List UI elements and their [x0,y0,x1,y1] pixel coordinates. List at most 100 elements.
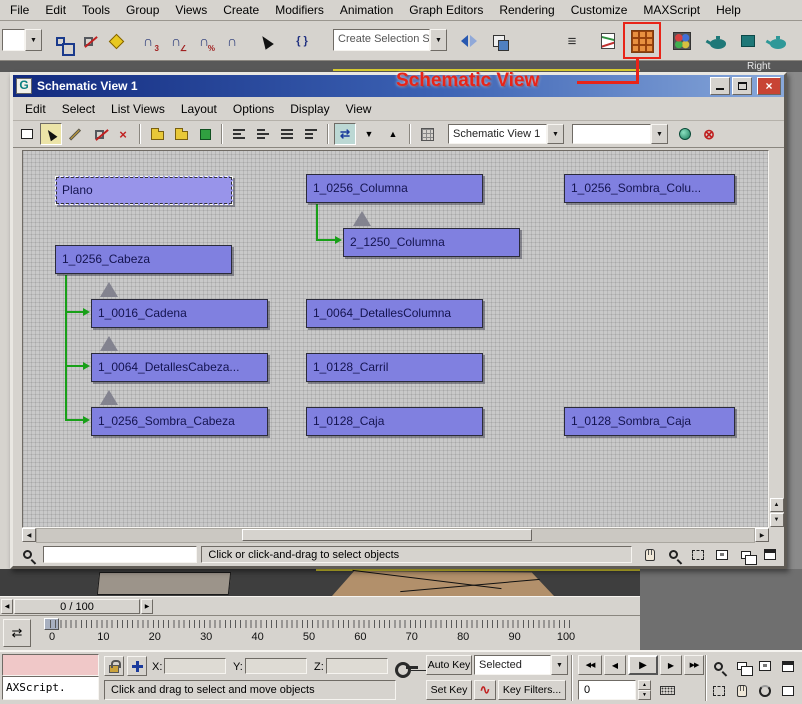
search-input[interactable] [43,546,197,563]
zoom-extents-button[interactable] [712,546,732,564]
references-mode-button[interactable] [170,123,192,145]
minimize-button[interactable] [710,77,730,95]
display-floater-button[interactable] [16,123,38,145]
menu-group[interactable]: Group [118,0,167,20]
default-in-out-tangents-button[interactable]: ∿ [474,680,496,700]
menu-tools[interactable]: Tools [74,0,118,20]
schematic-node[interactable]: 1_0256_Sombra_Colu... [564,174,735,203]
schematic-node[interactable]: 1_0064_DetallesColumna [306,299,483,328]
angle-snap-button[interactable]: ∩∠ [162,26,190,56]
curve-editor-button[interactable] [594,26,622,56]
scroll-right-icon[interactable]: ▶ [755,528,769,542]
connect-button[interactable] [64,123,86,145]
named-selection-sets-button[interactable]: { } [288,26,316,56]
menu-help[interactable]: Help [708,0,749,20]
zoom-all-button[interactable] [731,655,752,677]
render-type-button[interactable] [734,26,762,56]
pan-button[interactable] [731,680,752,702]
view-name-combo[interactable]: Schematic View 1 ▼ [448,124,564,144]
snap-toggle-button[interactable]: ∩3 [134,26,162,56]
sc roll-up-icon[interactable]: ▲ [770,498,784,512]
chevron-down-icon[interactable]: ▼ [430,29,447,51]
preferences-button[interactable] [416,123,438,145]
find-button[interactable] [17,545,39,565]
zoom-region-button[interactable] [688,546,708,564]
x-coordinate-field[interactable] [164,658,226,674]
zoom-extents-button[interactable] [754,655,775,677]
layer-manager-button[interactable]: ≡ [558,26,586,56]
absolute-offset-toggle[interactable] [127,656,147,676]
frame-spinner-up[interactable]: ▲ [638,680,651,690]
free-selected-button[interactable] [300,123,322,145]
chevron-down-icon[interactable]: ▼ [25,29,42,51]
select-tool-button[interactable] [40,123,62,145]
z-coordinate-field[interactable] [326,658,388,674]
always-arrange-button[interactable] [194,123,216,145]
bookmark-delete-button[interactable]: ⊗ [698,123,720,145]
create-selection-set-combo[interactable]: Create Selection Set ▼ [333,29,447,51]
key-mode-combo[interactable]: Selected ▼ [474,655,568,675]
selection-lock-button[interactable] [104,656,124,676]
schematic-node[interactable]: 1_0064_DetallesCabeza... [91,353,268,382]
menu-customize[interactable]: Customize [563,0,636,20]
pan-button[interactable] [640,546,660,564]
go-to-start-button[interactable]: ◀◀ [578,655,602,675]
pan-region-button[interactable] [760,546,780,564]
time-slider-row[interactable]: ◀ 0 / 100 ▶ [0,596,640,615]
move-children-button[interactable]: ⇄ [334,123,356,145]
schematic-node[interactable]: 1_0128_Caja [306,407,483,436]
material-editor-button[interactable] [668,26,696,56]
quick-render-button[interactable] [764,26,792,56]
schematic-node[interactable]: 1_0256_Columna [306,174,483,203]
bookmark-add-button[interactable] [674,123,696,145]
render-scene-button[interactable] [704,26,732,56]
menu-file[interactable]: File [2,0,37,20]
set-key-mode-button[interactable]: Set Key [426,680,472,700]
track-bar[interactable]: ⇄ 0102030405060708090100 [0,615,640,650]
zoom-region-button[interactable] [708,680,729,702]
current-frame-field[interactable]: 0 [578,680,636,700]
set-keys-button[interactable] [392,656,422,678]
next-frame-button[interactable]: ▶ [660,655,682,675]
arrange-selected-button[interactable] [252,123,274,145]
bind-to-spacewarp-button[interactable] [102,26,130,56]
bookmark-combo[interactable]: ▼ [572,124,668,144]
schematic-node[interactable]: 1_0128_Sombra_Caja [564,407,735,436]
schematic-menu-select[interactable]: Select [54,99,103,119]
time-slider-button[interactable]: 0 / 100 [14,599,140,614]
menu-maxscript[interactable]: MAXScript [635,0,708,20]
schematic-menu-view[interactable]: View [338,99,380,119]
horizontal-scrollbar[interactable]: ◀ ▶ [22,528,784,543]
zoom-button[interactable] [708,655,729,677]
maxscript-mini-listener[interactable]: AXScript. [2,676,99,700]
schematic-node[interactable]: Plano [55,176,233,205]
hscroll-thumb[interactable] [242,529,532,541]
maximize-button[interactable] [732,77,752,95]
auto-key-button[interactable]: Auto Key [426,655,472,675]
selection-filter-combo[interactable]: ▼ [2,29,42,51]
mirror-button[interactable] [455,26,483,56]
delete-objects-button[interactable]: × [112,123,134,145]
free-all-button[interactable] [276,123,298,145]
menu-animation[interactable]: Animation [332,0,401,20]
arc-rotate-button[interactable] [754,680,775,702]
percent-snap-button[interactable]: ∩% [190,26,218,56]
schematic-menu-edit[interactable]: Edit [17,99,54,119]
menu-rendering[interactable]: Rendering [491,0,562,20]
menu-views[interactable]: Views [167,0,215,20]
keyboard-shortcut-override-toggle[interactable] [656,680,678,700]
schematic-menu-options[interactable]: Options [225,99,282,119]
align-button[interactable] [485,26,513,56]
schematic-menu-display[interactable]: Display [282,99,337,119]
shrink-selected-button[interactable]: ▼ [358,123,380,145]
schematic-canvas[interactable]: Plano 1_0256_Columna 1_0256_Sombra_Colu...… [22,150,769,528]
menu-edit[interactable]: Edit [37,0,74,20]
go-to-end-button[interactable]: ▶▶ [684,655,704,675]
hierarchy-mode-button[interactable] [146,123,168,145]
close-button[interactable]: × [757,77,781,95]
vertical-scrollbar[interactable]: ▲ ▼ [769,148,784,528]
min-max-toggle-button[interactable] [777,680,798,702]
chevron-down-icon[interactable]: ▼ [551,655,568,675]
schematic-node[interactable]: 1_0016_Cadena [91,299,268,328]
previous-frame-arrow[interactable]: ◀ [1,599,13,614]
